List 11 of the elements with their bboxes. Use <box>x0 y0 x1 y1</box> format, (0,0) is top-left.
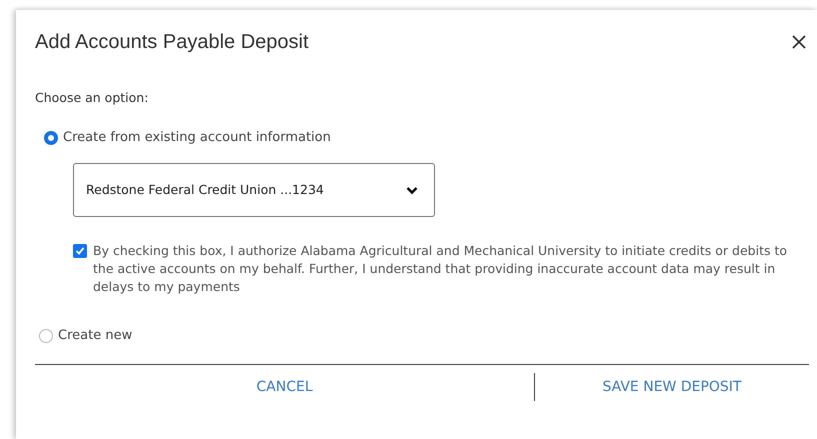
close-icon <box>791 34 807 50</box>
prompt-label: Choose an option: <box>35 89 150 107</box>
consent-text: By checking this box, I authorize Alabama Agricultural and Mechanical University to initiate credits or debits to the active accounts on my behalf. Further, I understand that providing inaccurate account data may result in delays to my payments <box>93 242 788 296</box>
dialog-title: Add Accounts Payable Deposit <box>35 30 309 54</box>
cancel-button[interactable]: CANCEL <box>244 370 325 404</box>
save-button[interactable]: SAVE NEW DEPOSIT <box>590 370 754 404</box>
checkbox[interactable] <box>73 244 87 258</box>
account-dropdown[interactable]: Redstone Federal Credit Union ...1234 <box>73 163 435 218</box>
radio-option[interactable]: Create from existing account information <box>44 128 331 148</box>
radio-option[interactable]: Create new <box>39 326 132 346</box>
chevron-down-icon <box>406 186 418 195</box>
